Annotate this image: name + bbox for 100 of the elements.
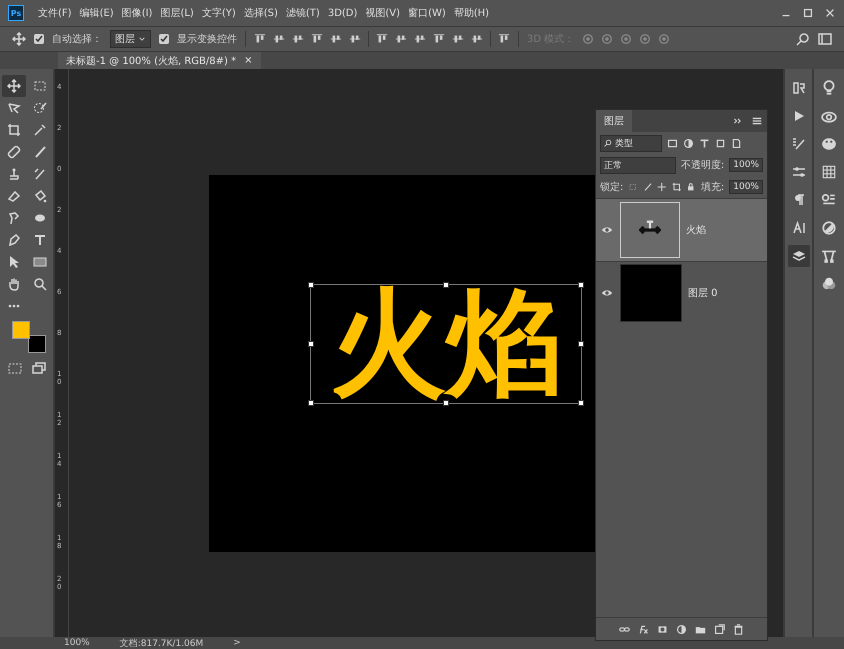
type-icon[interactable] [699, 138, 710, 148]
align-icon[interactable] [311, 33, 323, 45]
lock-pixels-icon[interactable] [628, 182, 638, 192]
resize-handle[interactable] [308, 400, 314, 406]
background-swatch[interactable] [28, 335, 46, 353]
marquee-icon[interactable] [32, 79, 46, 93]
menu-item[interactable]: 视图(V) [361, 6, 404, 20]
menu-item[interactable]: 图像(I) [118, 6, 156, 20]
brush-icon[interactable] [792, 137, 806, 151]
brush-icon[interactable] [642, 182, 652, 192]
transform-box[interactable]: 火焰 [310, 284, 582, 404]
shape-icon[interactable] [715, 138, 726, 148]
panel-button[interactable] [788, 245, 810, 267]
panel-tab[interactable]: 图层 [596, 110, 632, 132]
fill-field[interactable]: 100% [729, 180, 763, 194]
align-icon[interactable] [471, 33, 483, 45]
filter-dropdown[interactable]: 类型 [600, 134, 662, 152]
trash-icon[interactable] [733, 624, 744, 634]
paths-icon[interactable] [821, 248, 837, 264]
align-icon[interactable] [254, 33, 266, 45]
menu-icon[interactable] [751, 115, 763, 127]
foreground-swatch[interactable] [12, 321, 30, 339]
fx-icon[interactable] [638, 624, 649, 634]
eraser-icon[interactable] [6, 189, 20, 203]
channels-icon[interactable] [821, 276, 837, 292]
align-icon[interactable] [376, 33, 388, 45]
smart-object-icon[interactable] [731, 138, 742, 148]
document-tab[interactable]: 未标题-1 @ 100% (火焰, RGB/8#) * × [58, 52, 260, 69]
quick-select-icon[interactable] [32, 101, 46, 115]
menu-item[interactable]: 窗口(W) [404, 6, 450, 20]
menu-item[interactable]: 选择(S) [240, 6, 282, 20]
screen-mode-icon[interactable] [32, 361, 46, 375]
brush-icon[interactable] [32, 145, 46, 159]
menu-item[interactable]: 滤镜(T) [282, 6, 324, 20]
resize-handle[interactable] [578, 341, 584, 347]
resize-handle[interactable] [443, 400, 449, 406]
bucket-icon[interactable] [32, 189, 46, 203]
layer-row[interactable]: 图层 0 [596, 261, 767, 324]
align-icon[interactable] [395, 33, 407, 45]
close-icon[interactable] [824, 7, 836, 19]
move-icon[interactable] [657, 182, 667, 192]
resize-handle[interactable] [308, 282, 314, 288]
layers-icon[interactable] [792, 249, 806, 263]
resize-handle[interactable] [578, 282, 584, 288]
contrast-icon[interactable] [821, 220, 837, 236]
restore-icon[interactable] [802, 7, 814, 19]
align-icon[interactable] [330, 33, 342, 45]
align-icon[interactable] [349, 33, 361, 45]
tool-button[interactable] [2, 75, 26, 97]
crop-icon[interactable] [6, 123, 20, 137]
checkbox[interactable] [34, 34, 44, 44]
adjustment-icon[interactable] [683, 138, 694, 148]
crop-icon[interactable] [672, 182, 682, 192]
align-icon[interactable] [414, 33, 426, 45]
menu-item[interactable]: 图层(L) [156, 6, 198, 20]
adjustment-icon[interactable] [676, 624, 687, 634]
workspace-icon[interactable] [818, 32, 832, 46]
checkbox[interactable] [159, 34, 169, 44]
opacity-field[interactable]: 100% [729, 158, 763, 172]
search-icon[interactable] [796, 32, 810, 46]
history-icon[interactable] [792, 81, 806, 95]
hand-icon[interactable] [6, 277, 20, 291]
new-layer-icon[interactable] [714, 624, 725, 634]
rectangle-icon[interactable] [32, 255, 46, 269]
lock-icon[interactable] [686, 182, 696, 192]
quick-mask-icon[interactable] [8, 361, 22, 375]
align-icon[interactable] [433, 33, 445, 45]
menu-item[interactable]: 帮助(H) [450, 6, 494, 20]
collapse-icon[interactable] [733, 116, 743, 126]
layer-dropdown[interactable]: 图层 [110, 30, 151, 48]
move-icon[interactable] [6, 79, 20, 93]
move-icon[interactable] [12, 32, 26, 46]
eyedropper-icon[interactable] [32, 123, 46, 137]
character-icon[interactable] [792, 221, 806, 235]
align-icon[interactable] [292, 33, 304, 45]
caret-icon[interactable] [138, 35, 146, 43]
menu-item[interactable]: 编辑(E) [76, 6, 118, 20]
status-menu-arrow[interactable]: > [233, 638, 241, 648]
align-icon[interactable] [452, 33, 464, 45]
bandage-icon[interactable] [6, 145, 20, 159]
blend-mode-dropdown[interactable]: 正常 [600, 156, 676, 174]
lasso-icon[interactable] [6, 101, 20, 115]
history-brush-icon[interactable] [32, 167, 46, 181]
grid-icon[interactable] [821, 164, 837, 180]
mask-icon[interactable] [657, 624, 668, 634]
align-icon[interactable] [273, 33, 285, 45]
type-icon[interactable] [32, 233, 46, 247]
sliders-icon[interactable] [792, 165, 806, 179]
align-icon[interactable] [498, 33, 510, 45]
close-button[interactable]: × [244, 55, 252, 66]
layer-row[interactable]: 火焰 [596, 198, 767, 261]
menu-item[interactable]: 文字(Y) [198, 6, 240, 20]
menu-item[interactable]: 3D(D) [324, 8, 362, 18]
resize-handle[interactable] [308, 341, 314, 347]
menu-item[interactable]: 文件(F) [34, 6, 76, 20]
pen-icon[interactable] [6, 233, 20, 247]
resize-handle[interactable] [578, 400, 584, 406]
lightbulb-icon[interactable] [821, 80, 837, 96]
zoom-icon[interactable] [32, 277, 46, 291]
image-icon[interactable] [667, 138, 678, 148]
